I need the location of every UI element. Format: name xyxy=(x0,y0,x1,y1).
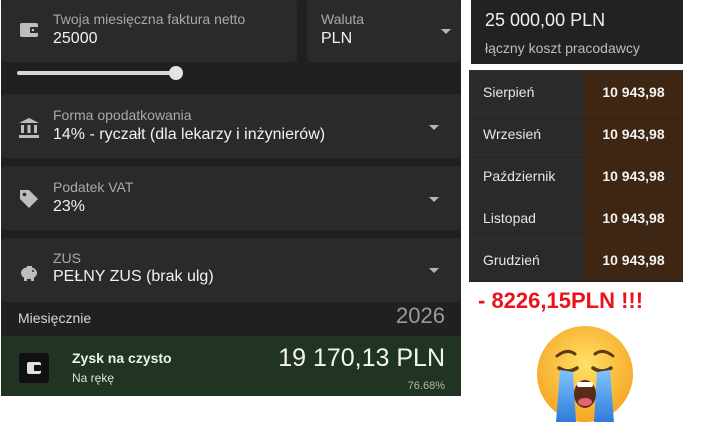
month-value: 10 943,98 xyxy=(584,71,683,113)
monthly-table: Sierpień 10 943,98 Wrzesień 10 943,98 Pa… xyxy=(469,70,683,282)
taxation-select[interactable]: Forma opodatkowania 14% - ryczałt (dla l… xyxy=(1,94,461,158)
vat-value: 23% xyxy=(53,198,86,215)
chevron-down-icon xyxy=(429,125,439,130)
invoice-slider-thumb[interactable] xyxy=(169,66,183,80)
table-row: Październik 10 943,98 xyxy=(469,154,683,197)
currency-label: Waluta xyxy=(321,11,365,27)
invoice-label: Twoja miesięczna faktura netto xyxy=(53,11,246,27)
table-row: Wrzesień 10 943,98 xyxy=(469,112,683,155)
net-profit-percent: 76.68% xyxy=(407,380,445,392)
bank-icon xyxy=(17,116,41,140)
table-row: Listopad 10 943,98 xyxy=(469,196,683,239)
employer-cost-label: łączny koszt pracodawcy xyxy=(485,40,640,56)
chevron-down-icon xyxy=(441,29,451,34)
month-name: Październik xyxy=(469,155,584,197)
invoice-field[interactable]: Twoja miesięczna faktura netto 25000 xyxy=(1,0,297,62)
year-label: 2026 xyxy=(396,303,445,328)
employer-cost-amount: 25 000,00 PLN xyxy=(485,10,606,30)
chevron-down-icon xyxy=(429,268,439,273)
zus-value: PEŁNY ZUS (brak ulg) xyxy=(53,268,214,285)
vat-label: Podatek VAT xyxy=(53,179,134,195)
net-profit-amount: 19 170,13 PLN xyxy=(278,344,445,372)
net-profit-subtitle: Na rękę xyxy=(72,371,115,385)
vat-select[interactable]: Podatek VAT 23% xyxy=(1,166,461,230)
table-row: Sierpień 10 943,98 xyxy=(469,70,683,113)
month-name: Grudzień xyxy=(469,239,584,281)
zus-label: ZUS xyxy=(53,250,81,266)
month-value: 10 943,98 xyxy=(584,113,683,155)
zus-select[interactable]: ZUS PEŁNY ZUS (brak ulg) xyxy=(1,238,461,302)
wallet-icon xyxy=(19,353,49,383)
tag-icon xyxy=(17,187,41,211)
table-row: Grudzień 10 943,98 xyxy=(469,238,683,281)
salary-calculator-panel: Twoja miesięczna faktura netto 25000 Wal… xyxy=(1,0,461,396)
month-name: Sierpień xyxy=(469,71,584,113)
month-value: 10 943,98 xyxy=(584,239,683,281)
net-profit-title: Zysk na czysto xyxy=(72,350,172,366)
month-value: 10 943,98 xyxy=(584,197,683,239)
invoice-slider-track[interactable] xyxy=(17,71,177,75)
crying-face-icon xyxy=(537,326,633,422)
piggy-bank-icon xyxy=(17,260,41,284)
month-name: Wrzesień xyxy=(469,113,584,155)
month-name: Listopad xyxy=(469,197,584,239)
chevron-down-icon xyxy=(429,197,439,202)
wallet-icon xyxy=(17,18,41,42)
screenshot-root: Twoja miesięczna faktura netto 25000 Wal… xyxy=(0,0,709,431)
currency-value: PLN xyxy=(321,30,353,47)
invoice-value[interactable]: 25000 xyxy=(53,30,98,48)
taxation-label: Forma opodatkowania xyxy=(53,107,192,123)
difference-annotation: - 8226,15PLN !!! xyxy=(478,288,644,313)
employer-cost-box: 25 000,00 PLN łączny koszt pracodawcy xyxy=(471,0,683,64)
currency-select[interactable]: Waluta PLN xyxy=(307,0,461,62)
month-value: 10 943,98 xyxy=(584,155,683,197)
period-label: Miesięcznie xyxy=(18,310,92,326)
taxation-value: 14% - ryczałt (dla lekarzy i inżynierów) xyxy=(53,126,326,143)
